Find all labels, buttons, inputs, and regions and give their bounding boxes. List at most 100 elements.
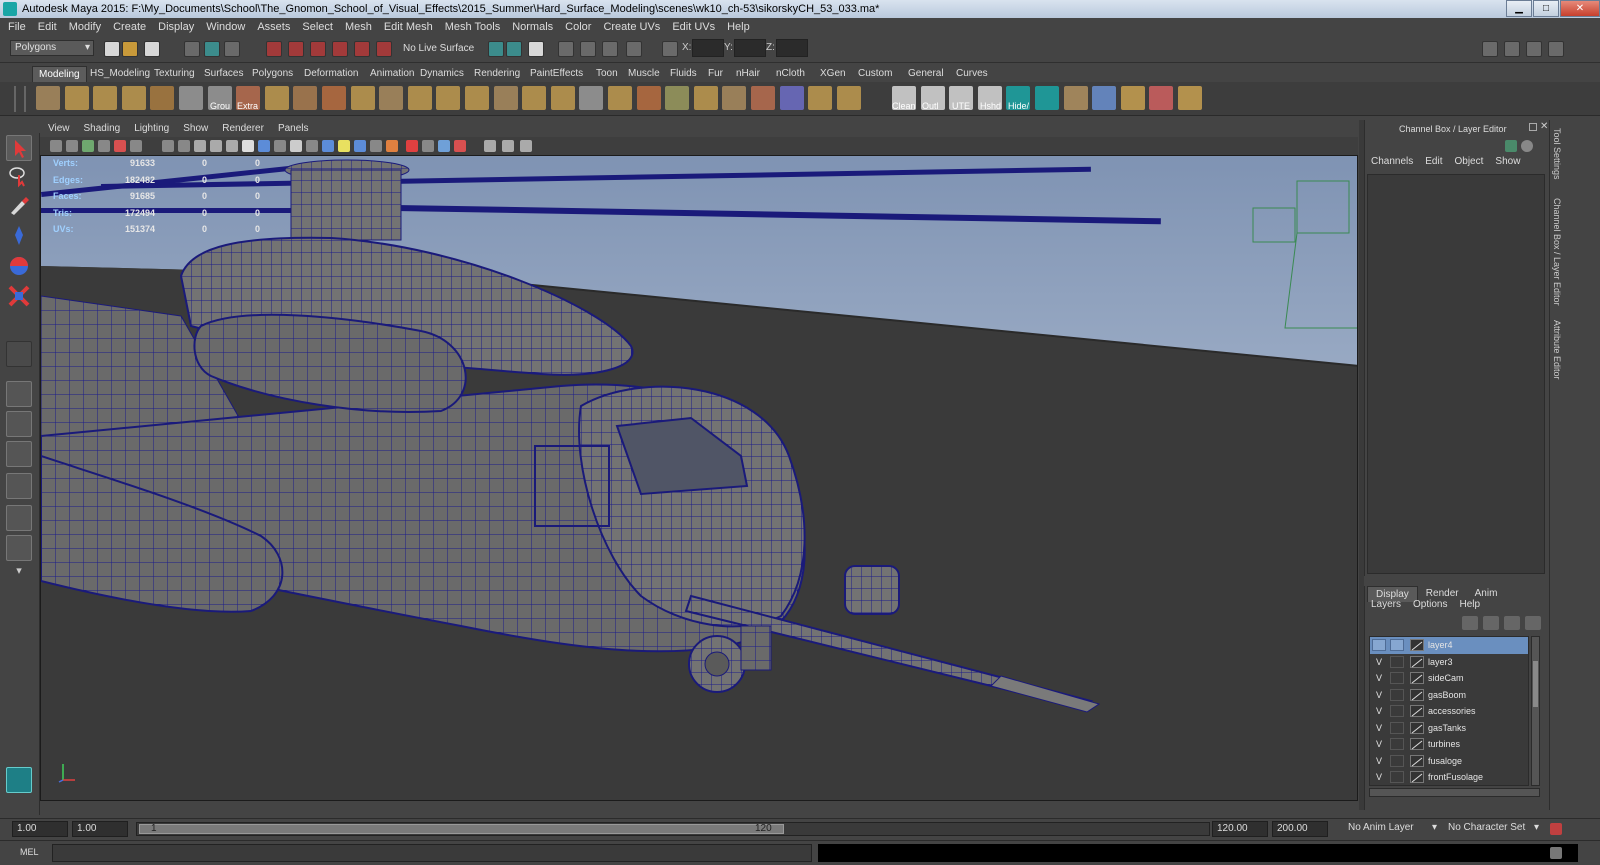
shelf-tab-painteffects[interactable]: PaintEffects [524, 66, 589, 82]
panel-toolbar-icon[interactable] [338, 140, 350, 152]
rotate-tool-icon[interactable] [6, 253, 32, 279]
anim-layer-chevron-icon[interactable]: ▾ [1432, 822, 1437, 833]
shelf-tool-icon[interactable] [64, 86, 89, 110]
persp-outliner-layout-icon[interactable] [6, 441, 32, 467]
menu-edit-uvs[interactable]: Edit UVs [672, 21, 715, 33]
channel-box-body[interactable] [1367, 174, 1545, 574]
move-tool-icon[interactable] [6, 223, 32, 249]
layout-more-icon[interactable]: ▾ [6, 565, 32, 579]
panel-toolbar-icon[interactable] [226, 140, 238, 152]
shelf-tool-icon[interactable] [779, 86, 804, 110]
layer-name[interactable]: sideCam [1428, 670, 1464, 686]
panel-toolbar-icon[interactable] [354, 140, 366, 152]
shelf-tab-ncloth[interactable]: nCloth [770, 66, 811, 82]
layer-visibility-toggle[interactable]: V [1372, 722, 1386, 734]
shelf-tab-nhair[interactable]: nHair [730, 66, 766, 82]
layer-row[interactable]: Vturbines [1370, 736, 1528, 753]
shelf-tool-icon[interactable] [608, 86, 632, 110]
layer-name[interactable]: layer3 [1428, 654, 1453, 670]
shelf-tool-icon[interactable] [493, 86, 518, 110]
graph-editor-layout-icon[interactable] [6, 535, 32, 561]
shelf-tab-surfaces[interactable]: Surfaces [198, 66, 249, 82]
layer-row[interactable]: VfrontFusolage [1370, 769, 1528, 785]
layer-visibility-toggle[interactable]: V [1372, 689, 1386, 701]
hypershade-layout-icon[interactable] [6, 505, 32, 531]
menu-mesh[interactable]: Mesh [345, 21, 372, 33]
shelf-tab-texturing[interactable]: Texturing [148, 66, 201, 82]
snap-point-icon[interactable] [310, 41, 326, 57]
channel-box-menu-object[interactable]: Object [1455, 156, 1484, 167]
menu-window[interactable]: Window [206, 21, 245, 33]
layer-display-type-toggle[interactable] [1390, 754, 1404, 767]
scale-tool-icon[interactable] [6, 283, 32, 309]
side-tab-tool-settings[interactable]: Tool Settings [1552, 128, 1562, 180]
channel-box-menu-edit[interactable]: Edit [1425, 156, 1442, 167]
character-set-dropdown[interactable]: No Character Set [1448, 822, 1525, 833]
command-language-label[interactable]: MEL [20, 847, 39, 857]
panel-toolbar-icon[interactable] [210, 140, 222, 152]
auto-key-icon[interactable] [1550, 823, 1562, 835]
shelf-tool-icon[interactable] [636, 86, 661, 110]
scrollbar-thumb[interactable] [1533, 661, 1538, 707]
menu-assets[interactable]: Assets [257, 21, 290, 33]
layer-color-swatch-icon[interactable] [1410, 639, 1424, 651]
menu-file[interactable]: File [8, 21, 26, 33]
panel-toolbar-icon[interactable] [114, 140, 126, 152]
shelf-tab-curves[interactable]: Curves [950, 66, 994, 82]
layer-row[interactable]: Vfusaloge [1370, 753, 1528, 770]
shelf-tab-dynamics[interactable]: Dynamics [414, 66, 470, 82]
z-field[interactable] [776, 39, 808, 57]
panel-toolbar-icon[interactable] [422, 140, 434, 152]
panel-toolbar-icon[interactable] [82, 140, 94, 152]
select-component-icon[interactable] [224, 41, 240, 57]
channel-box-toggle-icon[interactable] [1548, 41, 1564, 57]
shelf-tool-icon[interactable] [350, 86, 375, 110]
new-layer-from-selected-icon[interactable] [1525, 616, 1541, 630]
layer-display-type-toggle[interactable] [1390, 688, 1404, 701]
shelf-tool-icon[interactable] [751, 86, 775, 110]
panel-toolbar-icon[interactable] [130, 140, 142, 152]
start-time-field[interactable]: 1.00 [12, 821, 68, 837]
layer-editor-toggle-icon[interactable] [1521, 140, 1533, 152]
new-scene-icon[interactable] [104, 41, 120, 57]
move-layer-down-icon[interactable] [1483, 616, 1499, 630]
shelf-extra-icon[interactable] [1063, 86, 1088, 110]
menu-mesh-tools[interactable]: Mesh Tools [445, 21, 500, 33]
layer-name[interactable]: gasTanks [1428, 720, 1466, 736]
shelf-tab-toon[interactable]: Toon [590, 66, 624, 82]
shelf-grid-icon[interactable] [1092, 86, 1117, 110]
shelf-tool-icon[interactable] [436, 86, 461, 110]
end-time-field[interactable]: 120.00 [1212, 821, 1268, 837]
shelf-tab-custom[interactable]: Custom [852, 66, 898, 82]
menu-create-uvs[interactable]: Create UVs [603, 21, 660, 33]
live-surface-icon[interactable] [376, 41, 392, 57]
panel-menu-lighting[interactable]: Lighting [134, 123, 169, 134]
current-time-field[interactable]: 1.00 [72, 821, 128, 837]
layer-name[interactable]: frontFusolage [1428, 769, 1483, 785]
shelf-stack-icon[interactable] [1178, 86, 1202, 110]
playback-range-bar[interactable]: 1 120 [136, 822, 1210, 836]
panel-toolbar-icon[interactable] [502, 140, 514, 152]
snap-view-plane-icon[interactable] [332, 41, 348, 57]
layer-color-swatch-icon[interactable] [1410, 672, 1424, 684]
shelf-tab-deformation[interactable]: Deformation [298, 66, 364, 82]
shelf-tool-icon[interactable] [579, 86, 604, 110]
layer-name[interactable]: turbines [1428, 736, 1460, 752]
layer-color-swatch-icon[interactable] [1410, 688, 1424, 701]
layer-name[interactable]: gasBoom [1428, 687, 1466, 703]
float-panel-icon[interactable] [1529, 123, 1537, 131]
layer-display-type-toggle[interactable] [1390, 721, 1404, 734]
panel-toolbar-icon[interactable] [194, 140, 206, 152]
layer-row[interactable]: layer4 [1370, 637, 1528, 654]
shelf-tool-icon[interactable] [465, 86, 489, 110]
layer-row[interactable]: VgasBoom [1370, 687, 1528, 704]
hypershade-icon[interactable] [602, 41, 618, 57]
shelf-tool-icon[interactable] [722, 86, 747, 110]
menu-edit[interactable]: Edit [38, 21, 57, 33]
layer-name[interactable]: layer4 [1428, 637, 1453, 653]
minimize-button[interactable]: ▁ [1506, 0, 1532, 17]
menu-create[interactable]: Create [113, 21, 146, 33]
shelf-tab-xgen[interactable]: XGen [814, 66, 852, 82]
close-button[interactable]: ✕ [1560, 0, 1600, 17]
anim-layer-dropdown[interactable]: No Anim Layer [1348, 822, 1414, 833]
